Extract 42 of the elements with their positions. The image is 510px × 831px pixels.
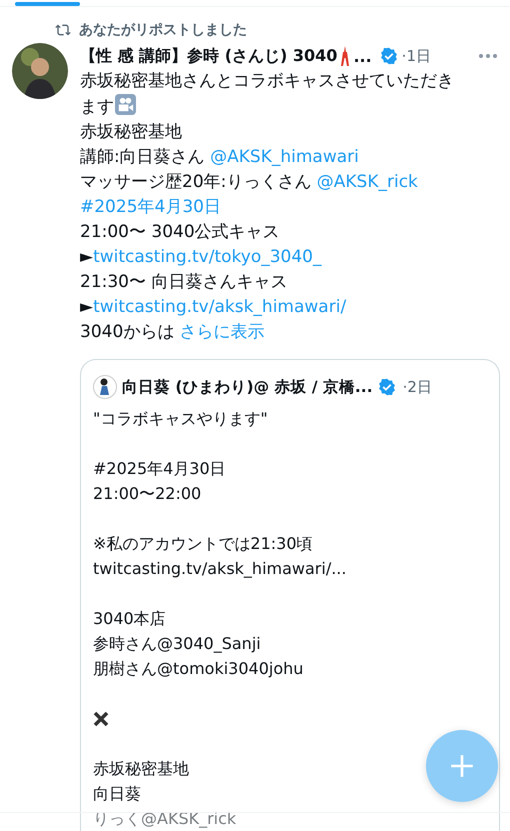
post-text-line: 3040からは さらに表示 bbox=[80, 321, 265, 344]
quote-text-line: 向日葵 bbox=[93, 783, 141, 805]
repost-icon bbox=[55, 22, 71, 38]
tab-indicator bbox=[15, 2, 80, 6]
repost-label: あなたがリポストしました bbox=[79, 21, 247, 39]
post-text-line: 赤坂秘密基地 bbox=[80, 121, 182, 144]
quote-text-line: 参時さん@3040_Sanji bbox=[93, 633, 261, 655]
more-icon[interactable] bbox=[478, 53, 498, 59]
post-text-line: 赤坂秘密基地さんとコラボキャスさせていただき bbox=[80, 70, 454, 93]
link[interactable]: さらに表示 bbox=[180, 322, 265, 342]
quote-text-line: 21:00〜22:00 bbox=[93, 483, 202, 505]
quote-text-line: #2025年4月30日 bbox=[93, 458, 226, 480]
link[interactable]: @AKSK_rick bbox=[316, 172, 418, 192]
quote-text-line: 赤坂秘密基地 bbox=[93, 758, 189, 780]
post-time[interactable]: ·1日 bbox=[402, 46, 431, 66]
post-text-line: ►twitcasting.tv/aksk_himawari/ bbox=[80, 296, 346, 319]
quote-text-line: りっく@AKSK_rick bbox=[93, 808, 236, 830]
quote-avatar bbox=[93, 375, 117, 399]
quote-author-name: 向日葵 (ひまわり)@ 赤坂 / 京橋... bbox=[122, 376, 373, 398]
quote-text-line: "コラボキャスやります" bbox=[93, 408, 268, 430]
movie-camera-icon bbox=[115, 94, 136, 115]
link[interactable]: #2025年4月30日 bbox=[80, 197, 221, 217]
post-text-line: 21:30〜 向日葵さんキャス bbox=[80, 271, 288, 294]
post-text-line: ます bbox=[80, 94, 136, 120]
post-text-line: ►twitcasting.tv/tokyo_3040_ bbox=[80, 246, 322, 269]
link[interactable]: twitcasting.tv/aksk_himawari/ bbox=[93, 297, 346, 317]
post-text-line: マッサージ歴20年:りっくさん @AKSK_rick bbox=[80, 171, 418, 194]
avatar[interactable] bbox=[12, 43, 68, 99]
link[interactable]: @AKSK_himawari bbox=[210, 147, 359, 167]
cross-mark-icon bbox=[93, 710, 109, 726]
post-text-line: 講師:向日葵さん @AKSK_himawari bbox=[80, 146, 359, 169]
tower-icon bbox=[339, 46, 352, 66]
post-text-line: 21:00〜 3040公式キャス bbox=[80, 221, 280, 244]
author-name[interactable]: 【性 感 講師】参時 (さんじ) 3040 bbox=[80, 46, 338, 66]
quote-text-line: 3040本店 bbox=[93, 608, 166, 630]
quote-text-line: twitcasting.tv/aksk_himawari/... bbox=[93, 558, 346, 580]
link[interactable]: twitcasting.tv/tokyo_3040_ bbox=[93, 247, 322, 267]
quote-text-line: 朋樹さん@tomoki3040johu bbox=[93, 658, 304, 680]
quote-text-line: ※私のアカウントでは21:30頃 bbox=[93, 533, 313, 555]
author-name-ellipsis: ... bbox=[353, 46, 372, 66]
quote-time: ·2日 bbox=[402, 378, 432, 396]
plus-icon bbox=[449, 753, 475, 779]
